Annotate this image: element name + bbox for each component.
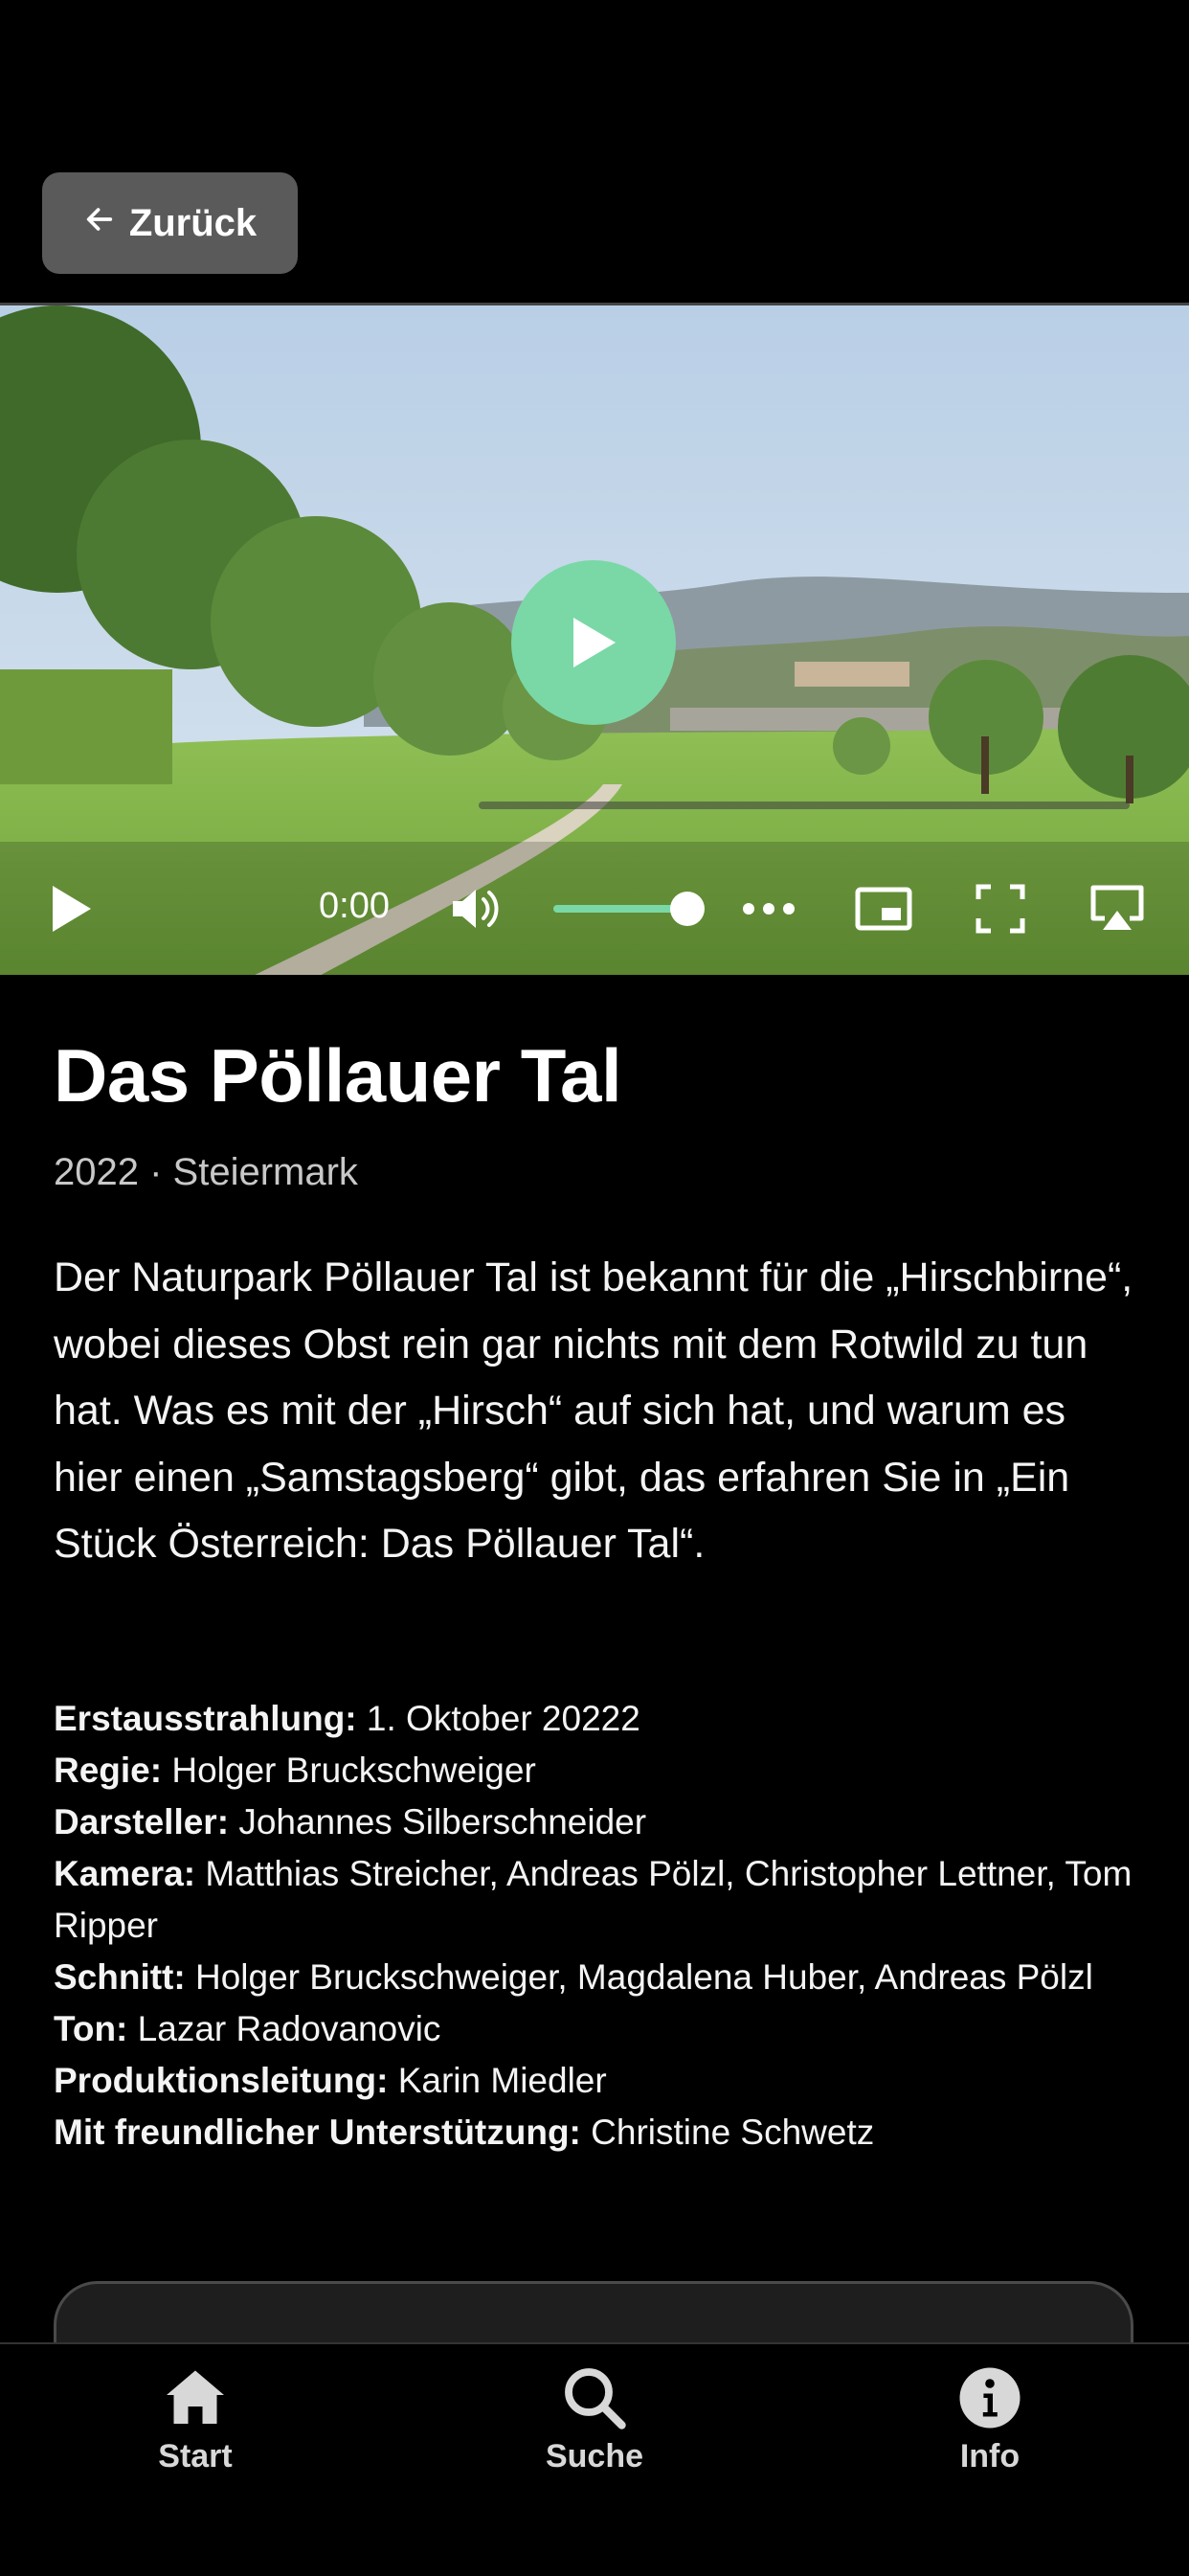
fullscreen-icon [976,884,1025,934]
episode-meta: 2022 · Steiermark [54,1151,358,1193]
credit-ton: Ton: Lazar Radovanovic [54,2003,1145,2055]
tab-label: Suche [545,2438,644,2474]
info-icon [959,2367,1021,2429]
credit-regie: Regie: Holger Bruckschweiger [54,1745,1145,1796]
back-button-label: Zurück [128,201,258,244]
volume-slider-handle[interactable] [670,892,705,926]
arrow-left-icon [83,202,116,245]
fullscreen-button[interactable] [969,882,1032,936]
credit-label: Ton: [54,2009,128,2048]
credit-value: Christine Schwetz [591,2113,875,2152]
credit-schnitt: Schnitt: Holger Bruckschweiger, Magdalen… [54,1952,1145,2003]
play-icon [573,618,616,667]
tab-label: Info [959,2438,1021,2474]
credit-produktionsleitung: Produktionsleitung: Karin Miedler [54,2055,1145,2107]
credit-kamera: Kamera: Matthias Streicher, Andreas Pölz… [54,1848,1145,1952]
credit-darsteller: Darsteller: Johannes Silberschneider [54,1796,1145,1848]
page-title: Das Pöllauer Tal [54,1033,622,1118]
credit-value: 1. Oktober 20222 [366,1699,640,1738]
volume-icon [453,890,499,928]
episode-description: Der Naturpark Pöllauer Tal ist bekannt f… [54,1254,1133,1567]
credit-erstausstrahlung: Erstausstrahlung: 1. Oktober 20222 [54,1693,1145,1745]
airplay-icon [1090,885,1144,930]
credit-value: Holger Bruckschweiger [171,1751,536,1790]
tab-bar: Start Suche Info [0,2342,1189,2576]
credit-label: Schnitt: [54,1957,186,1997]
more-button[interactable] [737,890,800,928]
airplay-button[interactable] [1084,882,1151,936]
search-icon [565,2368,626,2429]
credit-value: Holger Bruckschweiger, Magdalena Huber, … [194,1957,1093,1997]
credits-list: Erstausstrahlung: 1. Oktober 20222 Regie… [54,1693,1145,2158]
pip-icon [855,887,912,931]
pip-button[interactable] [852,882,915,936]
video-player[interactable]: 0:00 [0,303,1189,975]
tab-suche[interactable]: Suche [489,2363,700,2507]
play-button[interactable] [38,882,105,936]
player-controls: 0:00 [0,861,1189,957]
credit-value: Karin Miedler [397,2061,607,2100]
tab-info[interactable]: Info [885,2363,1095,2507]
credit-label: Erstausstrahlung: [54,1699,357,1738]
credit-label: Mit freundlicher Unterstützung: [54,2113,581,2152]
credit-unterstuetzung: Mit freundlicher Unterstützung: Christin… [54,2107,1145,2158]
credit-label: Produktionsleitung: [54,2061,389,2100]
more-icon [743,903,795,915]
home-icon [167,2370,224,2424]
credit-value: Lazar Radovanovic [137,2009,441,2048]
current-time: 0:00 [319,886,390,926]
volume-slider[interactable] [553,905,687,913]
play-icon [53,886,91,932]
progress-bar[interactable] [479,802,1130,809]
credit-label: Darsteller: [54,1802,230,1842]
tab-start[interactable]: Start [90,2363,301,2507]
credit-label: Regie: [54,1751,163,1790]
tab-label: Start [158,2438,233,2474]
back-button[interactable]: Zurück [42,172,298,274]
mute-button[interactable] [442,882,509,936]
credit-label: Kamera: [54,1854,196,1893]
big-play-button[interactable] [511,560,676,725]
credit-value: Matthias Streicher, Andreas Pölzl, Chris… [54,1854,1133,1945]
credit-value: Johannes Silberschneider [238,1802,647,1842]
